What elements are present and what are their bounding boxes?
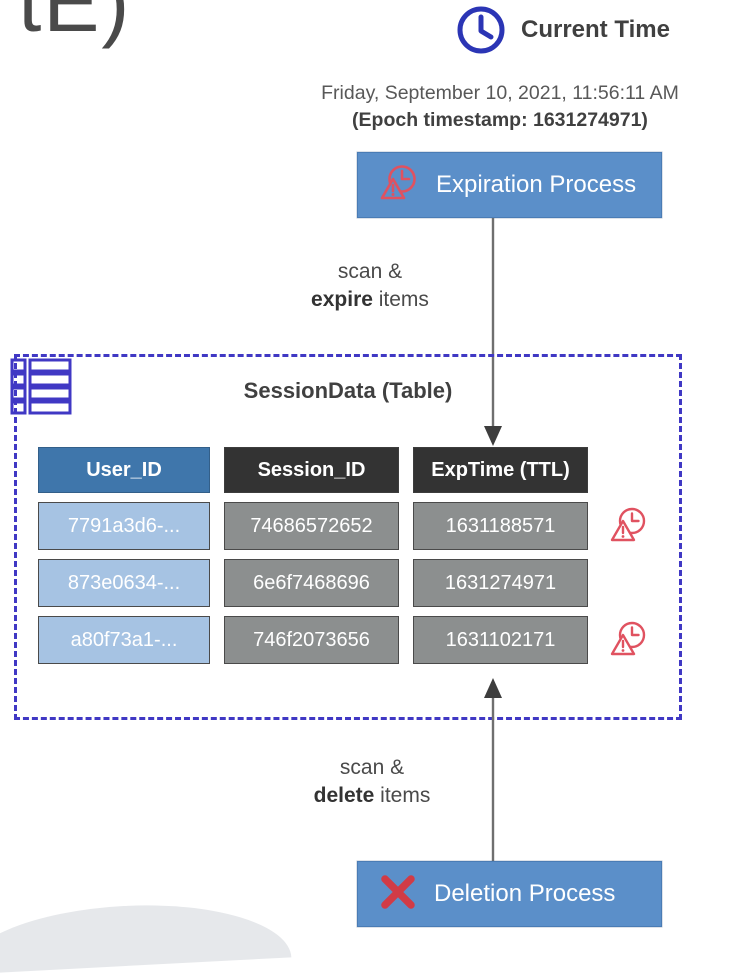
current-time-title: Current Time <box>521 16 670 43</box>
expire-label-line2: expire items <box>250 286 490 314</box>
cell-user-id: 873e0634-... <box>38 559 210 607</box>
red-x-icon <box>378 872 418 917</box>
table-title: SessionData (Table) <box>243 378 453 403</box>
cell-exptime: 1631188571 <box>413 502 588 550</box>
current-time-epoch: (Epoch timestamp: 1631274971) <box>352 109 648 131</box>
current-time-values: Friday, September 10, 2021, 11:56:11 AM … <box>0 82 732 132</box>
table-row[interactable]: 7791a3d6-... 74686572652 1631188571 <box>38 502 646 550</box>
expire-label-suffix: items <box>372 288 429 312</box>
expire-label-line1: scan & <box>337 260 403 283</box>
clock-icon <box>455 4 507 56</box>
cell-exptime: 1631274971 <box>413 559 588 607</box>
column-header-session-id: Session_ID <box>224 447 399 493</box>
cell-user-id: a80f73a1-... <box>38 616 210 664</box>
column-header-user-id: User_ID <box>38 447 210 493</box>
table-row[interactable]: 873e0634-... 6e6f7468696 1631274971 <box>38 559 588 607</box>
cell-session-id: 6e6f7468696 <box>224 559 399 607</box>
delete-label-bold: delete <box>313 784 375 808</box>
delete-label-line2: delete items <box>252 782 492 810</box>
deletion-process-box[interactable]: Deletion Process <box>357 861 662 927</box>
current-time-date: Friday, September 10, 2021, 11:56:11 AM <box>321 82 679 104</box>
sessiondata-table: User_ID Session_ID ExpTime (TTL) 7791a3d… <box>38 447 646 673</box>
expire-label-bold: expire <box>311 288 373 312</box>
cell-session-id: 74686572652 <box>224 502 399 550</box>
cropped-text-artifact: tE) <box>18 0 132 49</box>
table-header-row: User_ID Session_ID ExpTime (TTL) <box>38 447 588 493</box>
diagram-canvas: tE) Current Time Friday, September 10, 2… <box>0 0 732 975</box>
cell-exptime: 1631102171 <box>413 616 588 664</box>
cell-user-id: 7791a3d6-... <box>38 502 210 550</box>
slide-decoration <box>0 897 292 975</box>
expire-arrow-label: scan & expire items <box>250 258 490 315</box>
current-time-header: Current Time <box>455 4 670 56</box>
expired-clock-warning-icon <box>378 162 420 209</box>
table-row[interactable]: a80f73a1-... 746f2073656 1631102171 <box>38 616 646 664</box>
expired-clock-warning-icon <box>608 505 650 547</box>
expiration-process-box[interactable]: Expiration Process <box>357 152 662 218</box>
expired-clock-warning-icon <box>608 619 650 661</box>
column-header-exptime: ExpTime (TTL) <box>413 447 588 493</box>
delete-label-suffix: items <box>374 784 431 808</box>
delete-arrow-label: scan & delete items <box>252 754 492 811</box>
expiration-process-label: Expiration Process <box>436 171 637 198</box>
cell-session-id: 746f2073656 <box>224 616 399 664</box>
delete-label-line1: scan & <box>339 756 405 779</box>
deletion-process-label: Deletion Process <box>434 880 616 907</box>
